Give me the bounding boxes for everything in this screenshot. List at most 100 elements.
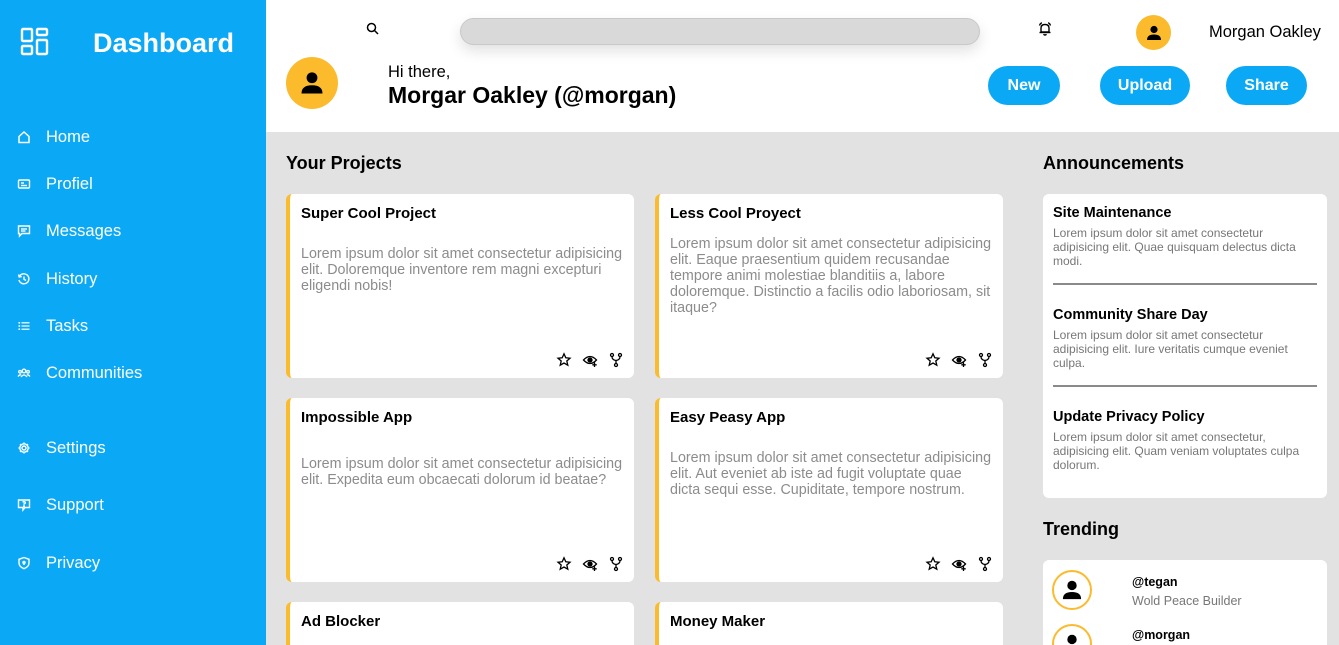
- bell-icon[interactable]: [1036, 20, 1054, 38]
- brand-title: Dashboard: [93, 28, 235, 58]
- announcement-text: Lorem ipsum dolor sit amet consectetur a…: [1053, 226, 1296, 268]
- people-icon: [17, 368, 31, 378]
- shield-icon: [18, 556, 30, 570]
- history-icon: [17, 273, 30, 285]
- project-description: Lorem ipsum dolor sit amet consectetur a…: [301, 246, 623, 294]
- search-input[interactable]: [460, 18, 980, 45]
- project-card[interactable]: Ad Blocker: [286, 602, 634, 645]
- profile-avatar: [286, 57, 338, 109]
- share-button[interactable]: Share: [1226, 66, 1307, 105]
- announcement-text: Lorem ipsum dolor sit amet consectetur a…: [1053, 328, 1288, 370]
- fork-icon[interactable]: [608, 352, 624, 368]
- support-icon: [17, 499, 31, 512]
- profile-full-name: Morgar Oakley (@morgan): [388, 82, 677, 108]
- announcement-title: Community Share Day: [1053, 307, 1208, 323]
- user-icon: [1062, 580, 1082, 600]
- fork-icon[interactable]: [977, 352, 993, 368]
- upload-button[interactable]: Upload: [1100, 66, 1190, 105]
- trending-title: Trending: [1043, 519, 1119, 539]
- projects-title: Your Projects: [286, 153, 402, 173]
- announcement-title: Update Privacy Policy: [1053, 409, 1205, 425]
- project-title: Less Cool Proyect: [670, 205, 801, 222]
- star-icon[interactable]: [556, 352, 572, 368]
- sidebar-item-home[interactable]: Home: [17, 127, 90, 147]
- project-description: Lorem ipsum dolor sit amet consectetur a…: [670, 450, 992, 498]
- watch-icon[interactable]: [951, 352, 967, 368]
- project-title: Super Cool Project: [301, 205, 437, 222]
- user-icon: [1146, 25, 1161, 40]
- project-description: Lorem ipsum dolor sit amet consectetur a…: [301, 456, 623, 488]
- sidebar-item-settings[interactable]: Settings: [17, 438, 106, 458]
- project-title: Impossible App: [301, 409, 413, 426]
- new-button[interactable]: New: [988, 66, 1060, 105]
- sidebar-item-label: Profiel: [46, 175, 93, 193]
- project-card[interactable]: Super Cool Project Lorem ipsum dolor sit…: [286, 194, 634, 378]
- announcement-item[interactable]: Update Privacy Policy Lorem ipsum dolor …: [1053, 408, 1317, 472]
- project-title: Ad Blocker: [301, 613, 381, 630]
- trending-handle[interactable]: @tegan: [1132, 575, 1178, 590]
- watch-icon[interactable]: [582, 352, 598, 368]
- fork-icon[interactable]: [977, 556, 993, 572]
- sidebar-item-communities[interactable]: Communities: [17, 363, 142, 383]
- announcement-text: Lorem ipsum dolor sit amet consectetur, …: [1053, 430, 1300, 472]
- divider: [1053, 385, 1317, 387]
- divider: [1053, 283, 1317, 285]
- watch-icon[interactable]: [951, 556, 967, 572]
- sidebar-item-tasks[interactable]: Tasks: [17, 316, 88, 336]
- list-icon: [18, 322, 30, 330]
- trending-panel: @tegan Wold Peace Builder @morgan: [1043, 560, 1327, 645]
- trending-role: Wold Peace Builder: [1132, 594, 1242, 608]
- star-icon[interactable]: [925, 556, 941, 572]
- dashboard-grid-icon: [20, 27, 49, 56]
- sidebar-item-label: Support: [46, 496, 104, 514]
- sidebar-item-label: History: [46, 270, 98, 288]
- announcements-panel: Site Maintenance Lorem ipsum dolor sit a…: [1043, 194, 1327, 498]
- project-title: Easy Peasy App: [670, 409, 786, 426]
- project-card[interactable]: Impossible App Lorem ipsum dolor sit ame…: [286, 398, 634, 582]
- announcement-item[interactable]: Community Share Day Lorem ipsum dolor si…: [1053, 306, 1317, 370]
- project-actions: [556, 556, 624, 572]
- project-card[interactable]: Money Maker: [655, 602, 1003, 645]
- announcement-title: Site Maintenance: [1053, 205, 1172, 221]
- sidebar-item-messages[interactable]: Messages: [17, 221, 121, 241]
- watch-icon[interactable]: [582, 556, 598, 572]
- avatar[interactable]: [1136, 15, 1171, 50]
- sidebar-item-label: Tasks: [46, 317, 89, 335]
- sidebar-item-support[interactable]: Support: [17, 495, 104, 515]
- top-header: Morgan Oakley Hi there, Morgar Oakley (@…: [266, 0, 1339, 132]
- message-icon: [17, 225, 31, 238]
- gear-icon: [18, 442, 30, 454]
- sidebar-item-label: Messages: [46, 222, 122, 240]
- home-icon: [18, 130, 30, 144]
- sidebar: Dashboard Home Profiel Messages History …: [0, 0, 266, 645]
- greeting: Hi there,: [388, 63, 451, 81]
- search-icon[interactable]: [365, 21, 381, 37]
- project-card[interactable]: Easy Peasy App Lorem ipsum dolor sit ame…: [655, 398, 1003, 582]
- star-icon[interactable]: [925, 352, 941, 368]
- sidebar-item-profiel[interactable]: Profiel: [17, 174, 93, 194]
- project-actions: [925, 352, 993, 368]
- trending-handle[interactable]: @morgan: [1132, 628, 1190, 643]
- announcement-item[interactable]: Site Maintenance Lorem ipsum dolor sit a…: [1053, 204, 1317, 268]
- sidebar-item-label: Communities: [46, 364, 143, 382]
- sidebar-item-label: Privacy: [46, 554, 101, 572]
- project-card[interactable]: Less Cool Proyect Lorem ipsum dolor sit …: [655, 194, 1003, 378]
- sidebar-item-label: Settings: [46, 439, 106, 457]
- project-description: Lorem ipsum dolor sit amet consectetur a…: [670, 236, 992, 316]
- id-card-icon: [17, 179, 31, 189]
- project-actions: [925, 556, 993, 572]
- user-icon: [301, 72, 323, 94]
- user-name[interactable]: Morgan Oakley: [1209, 22, 1321, 42]
- brand: Dashboard: [20, 27, 234, 58]
- avatar[interactable]: [1052, 624, 1092, 645]
- star-icon[interactable]: [556, 556, 572, 572]
- user-icon: [1067, 634, 1077, 645]
- project-title: Money Maker: [670, 613, 766, 630]
- avatar[interactable]: [1052, 570, 1092, 610]
- project-actions: [556, 352, 624, 368]
- sidebar-item-label: Home: [46, 128, 91, 146]
- sidebar-item-privacy[interactable]: Privacy: [17, 553, 100, 573]
- fork-icon[interactable]: [608, 556, 624, 572]
- announcements-title: Announcements: [1043, 153, 1185, 173]
- sidebar-item-history[interactable]: History: [17, 269, 97, 289]
